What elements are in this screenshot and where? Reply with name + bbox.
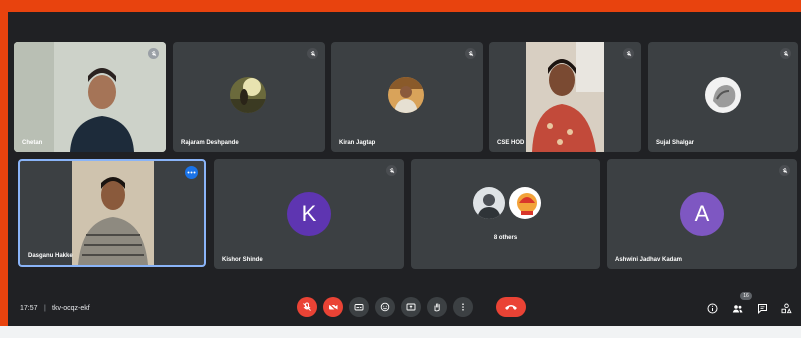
mic-muted-icon [623, 48, 634, 59]
participant-tile-others[interactable]: 8 others [411, 159, 600, 269]
participant-tile-ashwini[interactable]: A Ashwini Jadhav Kadam [607, 159, 797, 269]
mic-off-icon[interactable] [297, 297, 317, 317]
participant-tile-kiran[interactable]: Kiran Jagtap [331, 42, 483, 152]
participant-letter-avatar: K [287, 192, 331, 236]
participant-tile-rajaram[interactable]: Rajaram Deshpande [173, 42, 325, 152]
present-icon[interactable] [401, 297, 421, 317]
mic-muted-icon [465, 48, 476, 59]
participant-name: Chetan [22, 140, 43, 146]
participant-name: CSE HOD [497, 140, 525, 146]
people-icon[interactable] [731, 302, 743, 314]
captions-icon[interactable] [349, 297, 369, 317]
participant-name: Rajaram Deshpande [181, 140, 239, 146]
participant-tile-dasganu[interactable]: Dasganu Hakke [18, 159, 206, 267]
info-icon[interactable] [706, 302, 718, 314]
camera-off-icon[interactable] [323, 297, 343, 317]
participant-tile-sujal[interactable]: Sujal Shalgar [648, 42, 798, 152]
bottom-status-strip [0, 326, 801, 338]
more-options-icon[interactable] [185, 166, 198, 179]
more-options-icon[interactable] [453, 297, 473, 317]
end-call-icon[interactable] [496, 297, 526, 317]
raise-hand-icon[interactable] [427, 297, 447, 317]
meet-window: Chetan Rajaram Deshpande Kiran Jagtap CS… [8, 12, 801, 326]
mic-muted-icon [780, 48, 791, 59]
mic-muted-icon [779, 165, 790, 176]
participant-tile-chetan[interactable]: Chetan [14, 42, 166, 152]
participant-tile-kishor[interactable]: K Kishor Shinde [214, 159, 404, 269]
participant-avatar [705, 77, 741, 113]
participant-avatar [473, 187, 505, 219]
mic-muted-icon [148, 48, 159, 59]
participant-name: Ashwini Jadhav Kadam [615, 257, 683, 263]
chat-icon[interactable] [756, 302, 768, 314]
participant-name: Kiran Jagtap [339, 140, 376, 146]
others-count-label: 8 others [493, 235, 518, 241]
mic-muted-icon [307, 48, 318, 59]
mic-muted-icon [386, 165, 397, 176]
participant-name: Sujal Shalgar [656, 140, 695, 146]
participant-name: Kishor Shinde [222, 257, 263, 263]
emoji-icon[interactable] [375, 297, 395, 317]
activities-icon[interactable] [780, 302, 792, 314]
participant-video [72, 161, 154, 265]
participant-video [526, 42, 604, 152]
participant-avatar [388, 77, 424, 113]
participant-name: Dasganu Hakke [28, 253, 73, 259]
participant-count-badge: 16 [740, 292, 752, 300]
participant-tile-cse-hod[interactable]: CSE HOD [489, 42, 641, 152]
separator: | [44, 305, 46, 312]
participant-video [14, 42, 166, 152]
participant-letter-avatar: A [680, 192, 724, 236]
participant-avatar [230, 77, 266, 113]
meeting-time: 17:57 [20, 305, 38, 312]
participant-avatar [507, 185, 543, 221]
meeting-code: tkv-ocqz-ekf [52, 305, 90, 312]
